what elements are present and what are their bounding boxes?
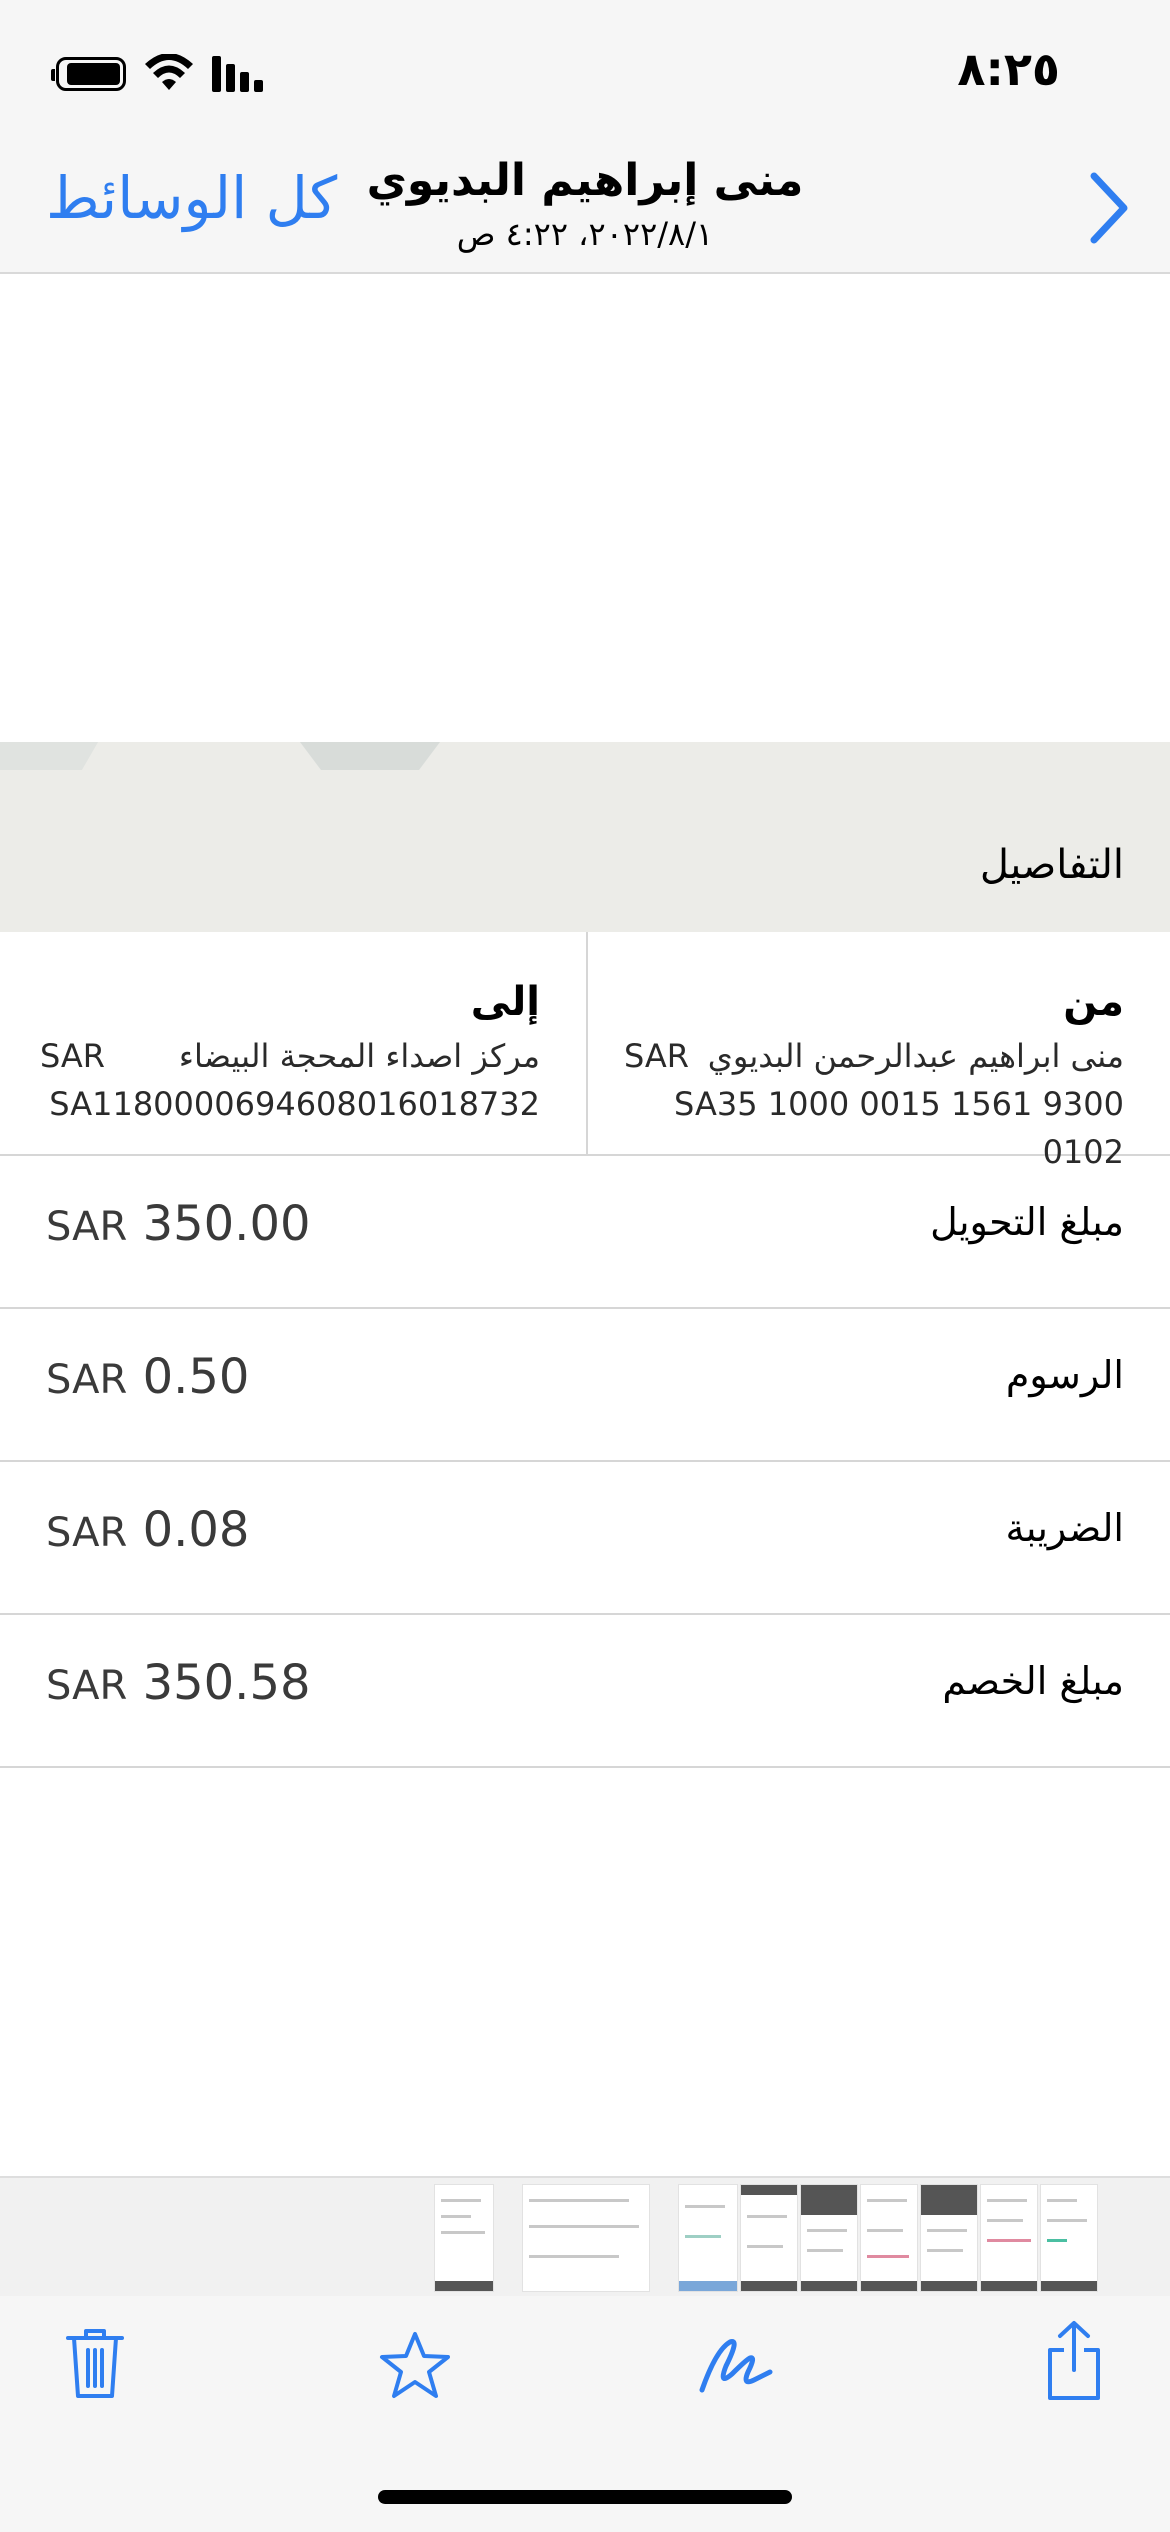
from-currency: SAR <box>624 1037 690 1075</box>
trash-icon[interactable] <box>64 2326 126 2402</box>
chevron-right-icon[interactable] <box>1084 170 1134 246</box>
amount-label: مبلغ التحويل <box>930 1200 1124 1244</box>
amount-value: SAR 0.08 <box>46 1502 250 1558</box>
cellular-signal-icon <box>212 56 263 92</box>
thumbnail[interactable] <box>1040 2184 1098 2292</box>
amount-value: SAR 0.50 <box>46 1349 250 1405</box>
section-title: التفاصيل <box>979 842 1124 888</box>
all-media-button[interactable]: كل الوسائط <box>46 164 337 232</box>
from-heading: من <box>1063 979 1124 1025</box>
to-party: إلى مركز اصداء المحجة البيضاء SAR SA1180… <box>40 972 540 1128</box>
markup-icon[interactable] <box>696 2330 776 2400</box>
share-icon[interactable] <box>1044 2318 1104 2402</box>
to-heading: إلى <box>470 979 540 1025</box>
thumbnail[interactable] <box>980 2184 1038 2292</box>
from-name: منى ابراهيم عبدالرحمن البديوي <box>707 1037 1124 1075</box>
star-icon[interactable] <box>378 2330 452 2402</box>
from-party: من منى ابراهيم عبدالرحمن البديوي SAR SA3… <box>624 972 1124 1176</box>
amount-value: SAR 350.58 <box>46 1655 311 1711</box>
thumbnail[interactable] <box>740 2184 798 2292</box>
to-currency: SAR <box>40 1037 106 1075</box>
home-indicator[interactable] <box>378 2490 792 2504</box>
thumbnail[interactable] <box>860 2184 918 2292</box>
page-title: منى إبراهيم البديوي <box>366 155 804 206</box>
battery-icon <box>51 57 126 91</box>
transfer-parties: من منى ابراهيم عبدالرحمن البديوي SAR SA3… <box>0 932 1170 1171</box>
amount-row-tax: الضريبة SAR 0.08 <box>0 1462 1170 1615</box>
to-name: مركز اصداء المحجة البيضاء <box>178 1037 540 1075</box>
thumbnail[interactable] <box>800 2184 858 2292</box>
thumbnail[interactable] <box>434 2184 494 2292</box>
amount-row-debit: مبلغ الخصم SAR 350.58 <box>0 1615 1170 1768</box>
decorative-shape <box>300 742 440 770</box>
amount-label: الرسوم <box>1005 1353 1124 1397</box>
status-bar: ٨:٢٥ <box>0 0 1170 140</box>
status-time: ٨:٢٥ <box>957 42 1060 96</box>
wifi-icon <box>145 54 193 90</box>
amount-value: SAR 350.00 <box>46 1196 311 1252</box>
status-icons <box>51 52 266 96</box>
thumbnail[interactable] <box>920 2184 978 2292</box>
thumbnail[interactable] <box>522 2184 650 2292</box>
thumbnail-strip[interactable] <box>0 2176 1170 2296</box>
divider <box>586 932 588 1154</box>
preview-image-area <box>0 274 1170 742</box>
amount-row-fees: الرسوم SAR 0.50 <box>0 1309 1170 1462</box>
decorative-shape <box>0 742 99 770</box>
nav-title-group: منى إبراهيم البديوي ٢٠٢٢/٨/١، ٤:٢٢ ص <box>335 150 835 256</box>
details-header-band: التفاصيل <box>0 742 1170 932</box>
page-subtitle: ٢٠٢٢/٨/١، ٤:٢٢ ص <box>456 215 714 253</box>
navigation-bar: كل الوسائط منى إبراهيم البديوي ٢٠٢٢/٨/١،… <box>0 140 1170 274</box>
to-iban: SA1180000694608016018732 <box>49 1085 540 1123</box>
amount-label: الضريبة <box>1005 1506 1124 1550</box>
thumbnail[interactable] <box>678 2184 738 2292</box>
amount-row-transfer: مبلغ التحويل SAR 350.00 <box>0 1156 1170 1309</box>
amount-label: مبلغ الخصم <box>942 1659 1124 1703</box>
